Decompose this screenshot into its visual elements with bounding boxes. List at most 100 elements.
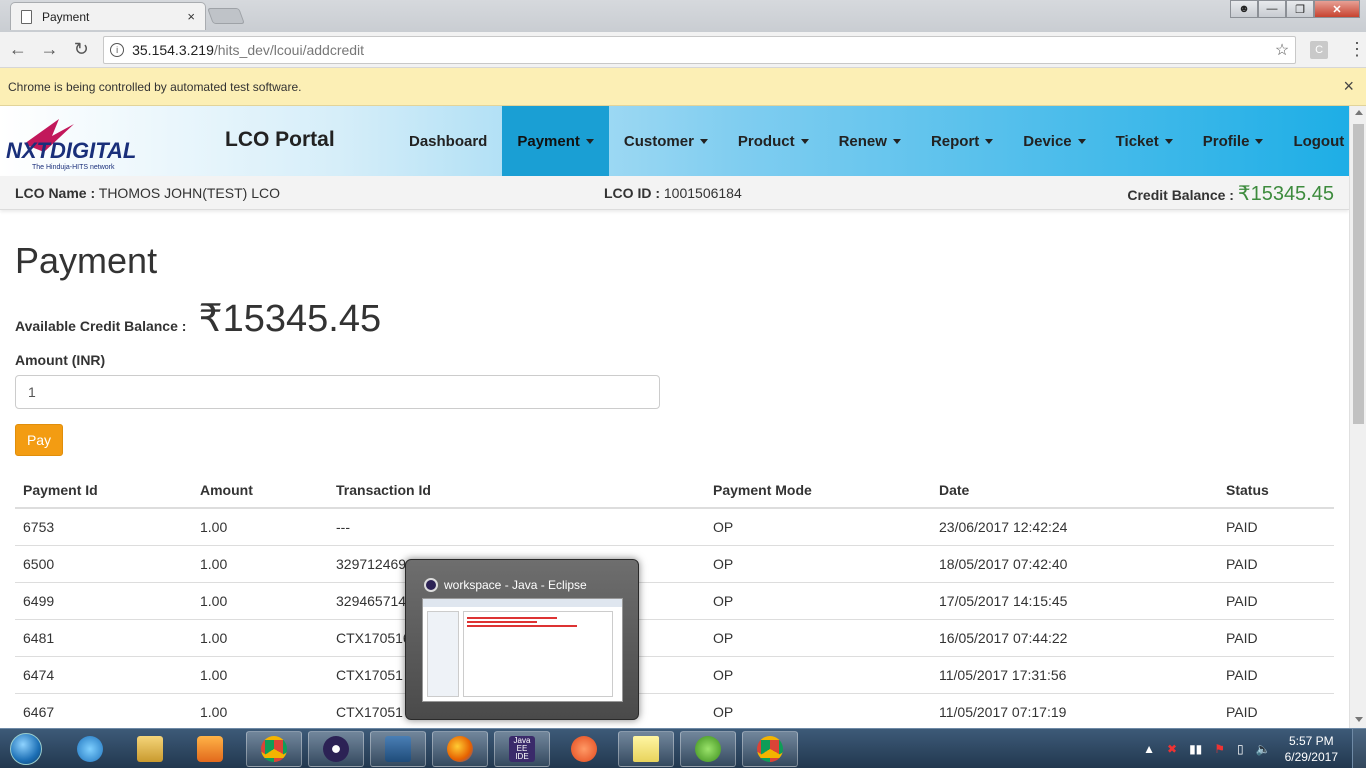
table-cell: 6500 [15,544,192,582]
reload-icon[interactable]: ↻ [67,36,95,64]
flag-icon[interactable]: ⚑ [1214,742,1225,756]
tool-tray-icon[interactable]: ✖ [1167,742,1177,756]
caret-down-icon [800,138,809,144]
lco-id: LCO ID : 1001506184 [604,185,742,201]
caret-down-icon [1255,138,1264,144]
nav-item-report[interactable]: Report [916,106,1008,176]
volume-icon[interactable]: 🔈 [1256,742,1271,756]
chrome-button-2[interactable] [742,731,798,767]
windows-logo-icon [10,733,42,765]
tab-close-icon[interactable]: × [187,9,195,24]
window-controls: ☻ — ❐ ✕ [1230,0,1360,18]
extension-icon[interactable]: C [1310,40,1329,59]
table-cell: 6474 [15,655,192,693]
close-window-button[interactable]: ✕ [1314,0,1360,18]
table-cell: 1.00 [192,581,328,619]
credit-balance-label: Credit Balance : [1127,187,1234,203]
wireshark-button[interactable] [370,731,426,767]
firefox-button[interactable] [432,731,488,767]
chrome-button[interactable] [246,731,302,767]
nav-item-payment[interactable]: Payment [502,106,609,176]
amount-input[interactable] [15,375,660,409]
caret-down-icon [892,138,901,144]
nav-item-profile[interactable]: Profile [1188,106,1279,176]
preview-thumbnail[interactable] [422,598,623,702]
nxtdigital-logo[interactable]: NXTDIGITAL The Hinduja-HITS network [4,114,164,172]
table-body: 6753 1.00 --- OP 23/06/2017 12:42:24 PAID 6500… [15,507,1334,728]
automation-infobar: Chrome is being controlled by automated … [0,68,1366,106]
scroll-down-icon[interactable] [1355,717,1363,722]
eclipse-icon [424,578,438,592]
system-tray: ▲ ✖ ▮▮ ⚑ ▯ 🔈 5:57 PM 6/29/2017 [1137,729,1366,768]
infobar-close-icon[interactable]: × [1343,76,1354,97]
nav-item-dashboard[interactable]: Dashboard [394,106,502,176]
nav-item-product[interactable]: Product [723,106,824,176]
internet-explorer-icon [77,736,103,762]
nav-item-logout[interactable]: Logout [1278,106,1349,176]
show-hidden-icons-icon[interactable]: ▲ [1143,742,1155,756]
media-player-icon [197,736,223,762]
power-icon[interactable]: ▯ [1237,742,1244,756]
table-row: 6499 1.00 329465714 OP 17/05/2017 14:15:45 PA… [15,581,1334,619]
table-row: 6467 1.00 CTX17051 OP 11/05/2017 07:17:19 PAI… [15,692,1334,728]
portal-title: LCO Portal [225,128,335,151]
forward-icon[interactable]: → [36,36,64,64]
table-cell: 18/05/2017 07:42:40 [931,544,1218,582]
page-scrollbar[interactable] [1349,106,1366,728]
eclipse-button[interactable] [308,731,364,767]
nav-item-label: Device [1023,132,1072,150]
java-ee-ide-button[interactable]: Java EE IDE [494,731,550,767]
file-explorer-button[interactable] [122,731,178,767]
show-desktop-button[interactable] [1352,729,1366,768]
browser-tab[interactable]: Payment × [10,2,206,30]
internet-explorer-button[interactable] [62,731,118,767]
sticky-notes-icon [633,736,659,762]
info-icon[interactable]: i [110,42,125,57]
table-cell: PAID [1218,618,1334,656]
scrollbar-thumb[interactable] [1353,124,1364,424]
sticky-notes-button[interactable] [618,731,674,767]
nav-item-ticket[interactable]: Ticket [1101,106,1188,176]
firefox-icon [447,736,473,762]
table-cell: 6499 [15,581,192,619]
caret-down-icon [1077,138,1086,144]
maximize-button[interactable]: ❐ [1286,0,1314,18]
media-player-button[interactable] [182,731,238,767]
eclipse-window-preview[interactable]: workspace - Java - Eclipse [405,559,639,720]
address-bar[interactable]: i 35.154.3.219/hits_dev/lcoui/addcredit … [103,35,1297,64]
table-cell: 11/05/2017 07:17:19 [931,692,1218,728]
minimize-button[interactable]: — [1258,0,1286,18]
table-cell: 6481 [15,618,192,656]
page-title: Payment [15,240,158,281]
table-cell: PAID [1218,581,1334,619]
chrome-icon [261,736,287,762]
user-icon[interactable]: ☻ [1230,0,1258,18]
lco-name-label: LCO Name : [15,185,96,201]
top-navbar: NXTDIGITAL The Hinduja-HITS network LCO … [0,106,1349,176]
amount-label: Amount (INR) [15,352,106,368]
wrench-icon [571,736,597,762]
table-cell: 23/06/2017 12:42:24 [931,507,1218,545]
table-cell: 1.00 [192,544,328,582]
table-row: 6500 1.00 329712469 OP 18/05/2017 07:42:40 PA… [15,544,1334,582]
utorrent-button[interactable] [680,731,736,767]
scroll-up-icon[interactable] [1355,110,1363,115]
back-icon[interactable]: ← [4,36,32,64]
nav-item-label: Logout [1293,132,1345,150]
clock[interactable]: 5:57 PM 6/29/2017 [1285,733,1338,765]
lco-info-bar: LCO Name : THOMOS JOHN(TEST) LCO LCO ID … [0,176,1349,210]
infobar-text: Chrome is being controlled by automated … [8,79,302,94]
nav-item-device[interactable]: Device [1008,106,1100,176]
new-tab-button[interactable] [207,8,245,24]
tool-button[interactable] [556,731,612,767]
bookmark-star-icon[interactable]: ☆ [1275,40,1289,60]
nav-item-renew[interactable]: Renew [824,106,916,176]
pay-button[interactable]: Pay [15,424,63,456]
network-icon[interactable]: ▮▮ [1189,742,1202,756]
chrome-menu-icon[interactable]: ⋮ [1348,39,1366,60]
nav-item-customer[interactable]: Customer [609,106,723,176]
start-button[interactable] [4,731,48,767]
chrome-icon [757,736,783,762]
table-cell: 1.00 [192,655,328,693]
nav-item-label: Profile [1202,132,1250,150]
